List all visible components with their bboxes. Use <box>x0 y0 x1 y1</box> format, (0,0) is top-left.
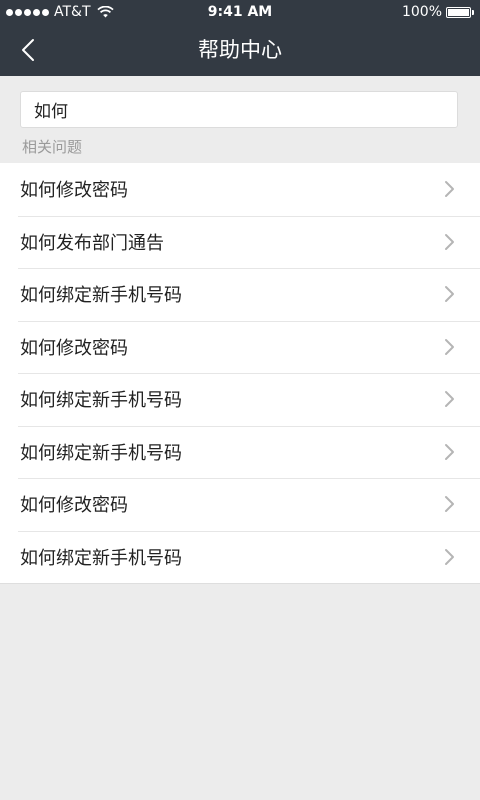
list-item-label: 如何绑定新手机号码 <box>20 442 182 464</box>
battery-percentage: 100% <box>401 4 442 20</box>
list-item[interactable]: 如何发布部门通告 <box>0 215 480 269</box>
status-right: 100% <box>402 0 474 24</box>
list-item[interactable]: 如何绑定新手机号码 <box>0 373 480 426</box>
list-item-label: 如何发布部门通告 <box>20 232 164 254</box>
related-questions-label: 相关问题 <box>22 138 83 156</box>
navigation-bar: 帮助中心 <box>0 24 480 76</box>
chevron-right-icon <box>445 181 454 197</box>
header-bar: AT&T 9:41 AM 100% 帮助中心 <box>0 0 480 76</box>
status-bar: AT&T 9:41 AM 100% <box>0 0 480 24</box>
chevron-right-icon <box>445 286 454 302</box>
list-item-label: 如何绑定新手机号码 <box>20 547 182 569</box>
battery-icon <box>446 6 471 18</box>
list-item[interactable]: 如何修改密码 <box>0 163 480 216</box>
list-item-label: 如何修改密码 <box>20 180 128 202</box>
chevron-right-icon <box>445 443 454 460</box>
back-chevron-icon <box>22 39 34 61</box>
back-button[interactable] <box>10 30 46 70</box>
list-item[interactable]: 如何修改密码 <box>0 478 480 531</box>
chevron-right-icon <box>445 338 454 355</box>
battery-nub <box>472 9 474 15</box>
list-item-label: 如何绑定新手机号码 <box>20 390 182 412</box>
list-item-label: 如何绑定新手机号码 <box>20 285 182 307</box>
list-item[interactable]: 如何绑定新手机号码 <box>0 268 480 321</box>
list-item[interactable]: 如何绑定新手机号码 <box>0 530 480 584</box>
search-input[interactable] <box>21 92 454 127</box>
chevron-right-icon <box>445 233 454 250</box>
search-box[interactable] <box>20 91 458 128</box>
chevron-right-icon <box>445 391 454 407</box>
chevron-right-icon <box>445 548 454 565</box>
chevron-right-icon <box>445 496 454 512</box>
list-item[interactable]: 如何修改密码 <box>0 320 480 374</box>
page-title: 帮助中心 <box>198 38 282 62</box>
question-list: 如何修改密码 如何发布部门通告 如何绑定新手机号码 如何修改密码 如何绑定新手机… <box>0 163 480 584</box>
list-item-label: 如何修改密码 <box>20 495 128 517</box>
list-item-label: 如何修改密码 <box>20 337 128 359</box>
list-item[interactable]: 如何绑定新手机号码 <box>0 425 480 479</box>
